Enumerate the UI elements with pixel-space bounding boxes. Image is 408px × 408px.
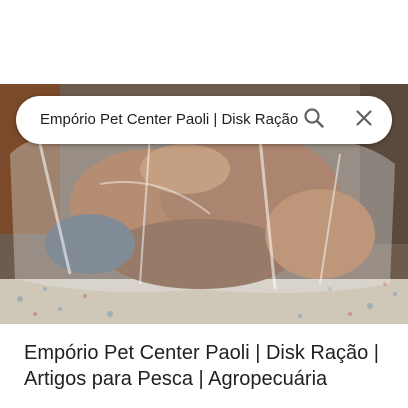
search-icon	[302, 106, 326, 135]
result-title[interactable]: Empório Pet Center Paoli | Disk Ração | …	[24, 340, 384, 392]
search-bar[interactable]: Empório Pet Center Paoli | Disk Ração | …	[16, 96, 392, 144]
search-input[interactable]: Empório Pet Center Paoli | Disk Ração | …	[40, 96, 302, 144]
search-button[interactable]	[298, 104, 330, 136]
close-icon	[352, 106, 376, 135]
top-blank-area	[0, 0, 408, 84]
close-button[interactable]	[348, 104, 380, 136]
